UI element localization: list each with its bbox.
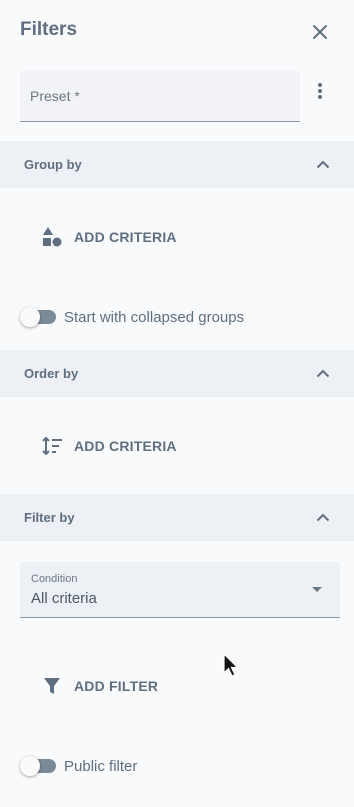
filter-by-title: Filter by — [24, 510, 75, 525]
order-by-section-header[interactable]: Order by — [0, 350, 354, 397]
order-by-title: Order by — [24, 366, 79, 381]
public-filter-toggle[interactable] — [20, 756, 56, 776]
panel-title: Filters — [20, 19, 78, 40]
add-filter-label: ADD FILTER — [74, 678, 159, 694]
add-filter-button[interactable]: ADD FILTER — [40, 674, 158, 698]
group-by-title: Group by — [24, 157, 82, 172]
toggle-thumb — [20, 756, 40, 776]
close-button[interactable] — [308, 20, 332, 44]
close-icon — [313, 25, 327, 39]
preset-input[interactable]: Preset * — [20, 70, 300, 122]
more-options-button[interactable] — [308, 79, 332, 103]
filter-by-section-header[interactable]: Filter by — [0, 494, 354, 541]
collapsed-groups-toggle-row[interactable]: Start with collapsed groups — [20, 307, 244, 327]
condition-value: All criteria — [31, 590, 97, 607]
collapsed-groups-label: Start with collapsed groups — [64, 308, 245, 326]
toggle-thumb — [20, 307, 40, 327]
mouse-cursor-icon — [223, 653, 239, 677]
preset-placeholder: Preset * — [30, 88, 80, 104]
chevron-up-icon — [313, 154, 333, 174]
group-by-section-header[interactable]: Group by — [0, 141, 354, 188]
dropdown-caret-icon — [312, 587, 322, 592]
condition-label: Condition — [31, 573, 78, 585]
collapsed-groups-toggle[interactable] — [20, 307, 56, 327]
group-by-add-label: ADD CRITERIA — [74, 229, 177, 245]
public-filter-label: Public filter — [64, 757, 138, 775]
panel-header: Filters — [0, 0, 354, 60]
shapes-icon — [40, 225, 64, 249]
sort-icon — [40, 434, 64, 458]
chevron-up-icon — [313, 363, 333, 383]
group-by-add-criteria-button[interactable]: ADD CRITERIA — [40, 225, 177, 249]
order-by-add-criteria-button[interactable]: ADD CRITERIA — [40, 434, 177, 458]
funnel-icon — [40, 674, 64, 698]
order-by-add-label: ADD CRITERIA — [74, 438, 177, 454]
public-filter-toggle-row[interactable]: Public filter — [20, 756, 137, 776]
chevron-up-icon — [313, 507, 333, 527]
more-vert-icon — [318, 83, 322, 99]
condition-select[interactable]: Condition All criteria — [20, 562, 340, 618]
